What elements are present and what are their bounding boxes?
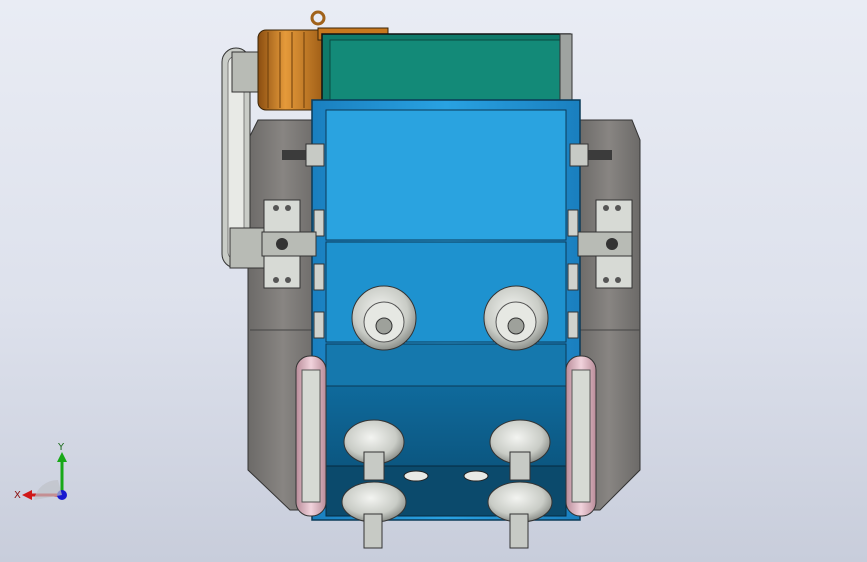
y-axis-label: Y — [57, 442, 65, 453]
upper-bearing-left — [351, 285, 417, 351]
upper-bearing-right — [483, 285, 549, 351]
side-roller-left — [295, 355, 327, 517]
lower-bearing-left-bottom — [341, 481, 407, 549]
x-axis-label: X — [14, 490, 21, 501]
coordinate-triad-icon: Y X — [14, 442, 67, 501]
lower-bearing-right-bottom — [487, 481, 553, 549]
feed-hopper — [321, 33, 573, 107]
model-viewport[interactable] — [0, 0, 867, 562]
side-roller-right — [565, 355, 597, 517]
